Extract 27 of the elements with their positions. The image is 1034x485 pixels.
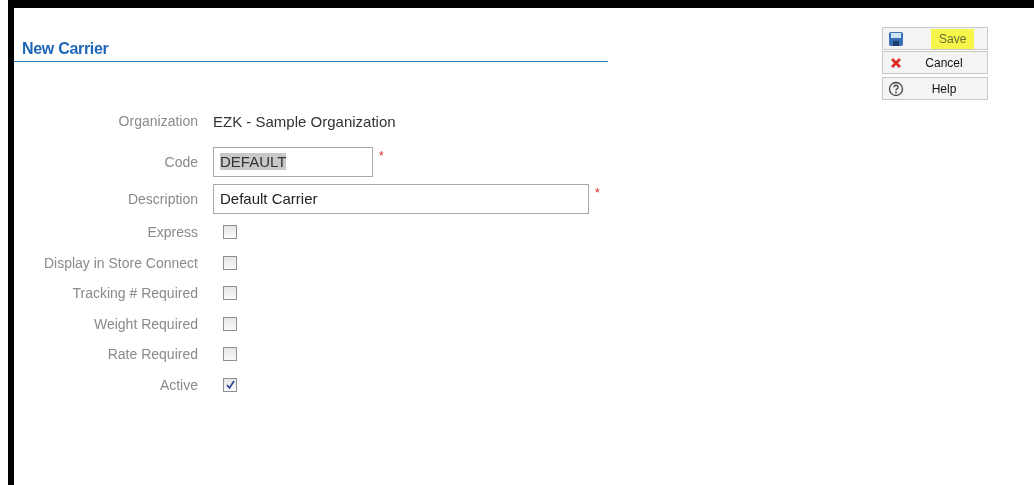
field-label: Code (163, 153, 199, 170)
field-label: Display in Store Connect (42, 254, 199, 271)
checkbox[interactable] (223, 347, 237, 362)
text-field[interactable]: Default Carrier (213, 183, 589, 214)
text-field[interactable]: DEFAULT (213, 146, 373, 177)
field-label: Description (126, 190, 199, 207)
required-mark: * (595, 185, 600, 200)
required-mark: * (379, 148, 384, 163)
field-label: Tracking # Required (71, 285, 199, 302)
checkbox[interactable] (223, 316, 237, 331)
field-label: Weight Required (92, 315, 199, 332)
toolbar-button[interactable]: Save (882, 27, 988, 50)
checkbox[interactable] (223, 225, 237, 240)
checkbox[interactable] (223, 377, 237, 392)
close-icon (890, 56, 902, 69)
field-label: Express (146, 224, 199, 241)
field-label: Rate Required (106, 346, 199, 363)
help-icon (888, 80, 904, 97)
checkbox[interactable] (223, 286, 237, 301)
field-label: Active (158, 376, 199, 393)
field-value: EZK - Sample Organization (213, 112, 396, 130)
toolbar-button[interactable]: Help (882, 77, 988, 100)
save-icon (888, 30, 904, 47)
field-label: Organization (117, 113, 199, 129)
page-title: New Carrier (22, 39, 110, 59)
toolbar-button[interactable]: Cancel (882, 51, 988, 74)
checkbox[interactable] (223, 255, 237, 270)
